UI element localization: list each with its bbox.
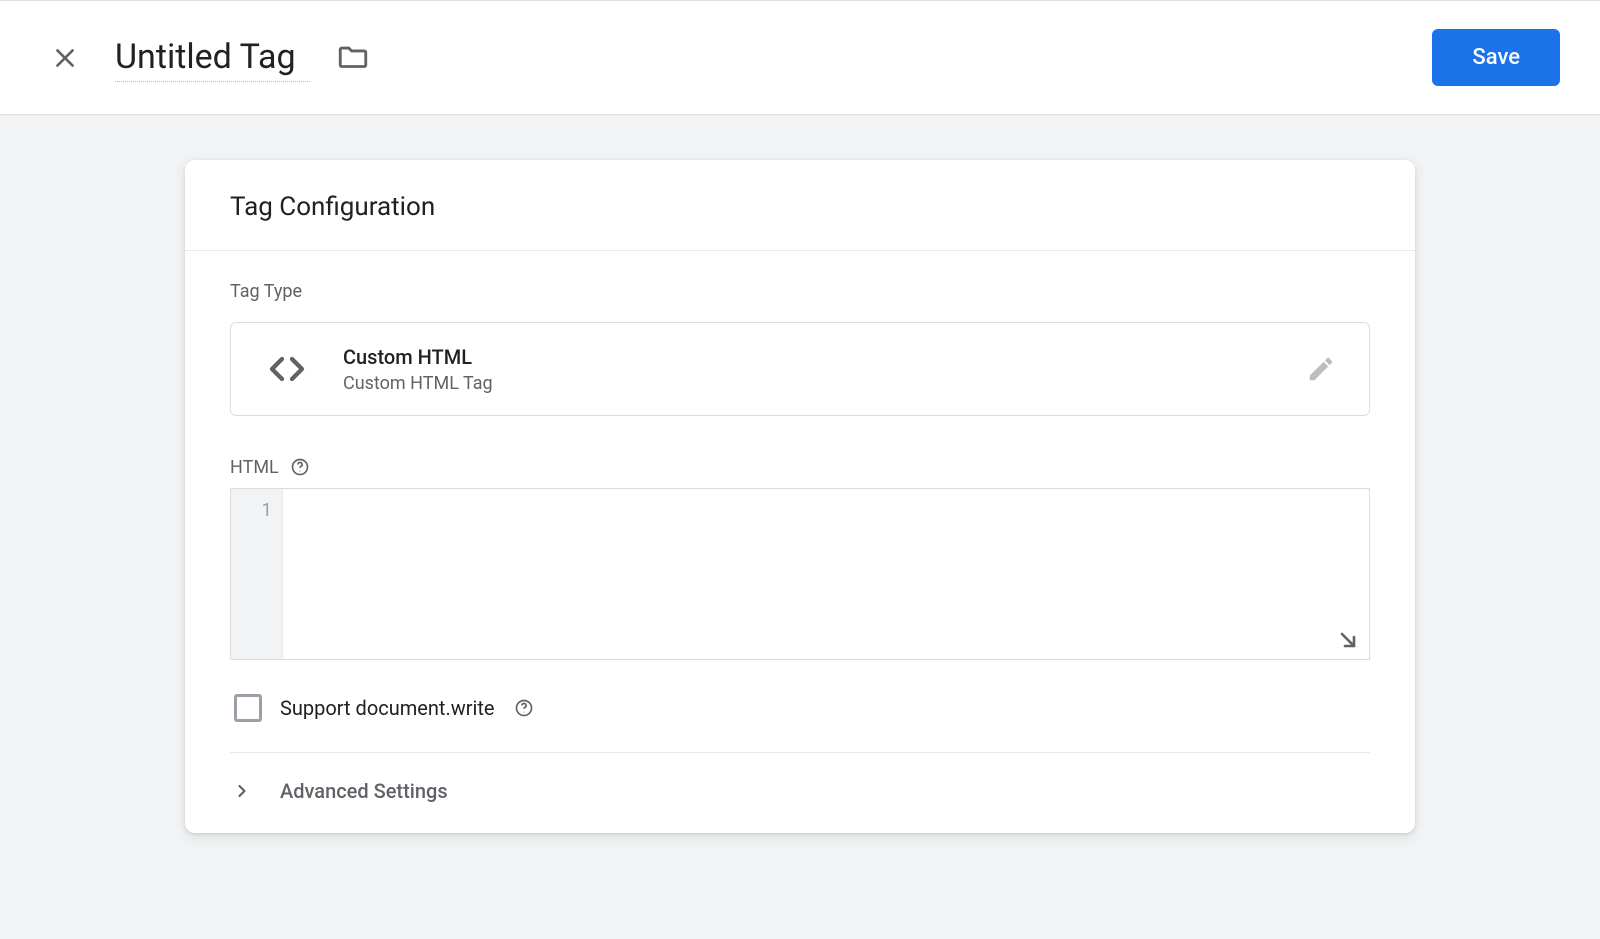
help-icon <box>290 457 310 477</box>
close-icon <box>52 45 78 71</box>
advanced-settings-toggle[interactable]: Advanced Settings <box>230 753 1370 833</box>
editor-header: Save <box>0 0 1600 115</box>
chevron-right-icon <box>232 781 252 801</box>
close-button[interactable] <box>40 33 90 83</box>
card-title: Tag Configuration <box>185 160 1415 251</box>
tag-type-selector[interactable]: Custom HTML Custom HTML Tag <box>230 322 1370 416</box>
support-docwrite-row: Support document.write <box>230 690 1370 753</box>
tag-type-title: Custom HTML <box>343 345 1301 369</box>
html-help-button[interactable] <box>289 456 311 478</box>
help-icon <box>514 698 534 718</box>
tag-type-text: Custom HTML Custom HTML Tag <box>343 345 1301 394</box>
advanced-settings-label: Advanced Settings <box>280 779 448 803</box>
tag-name-input[interactable] <box>115 33 310 82</box>
support-docwrite-checkbox[interactable] <box>234 694 262 722</box>
tag-type-subtitle: Custom HTML Tag <box>343 373 1301 394</box>
docwrite-help-button[interactable] <box>513 697 535 719</box>
folder-icon <box>336 41 370 75</box>
html-code-textarea[interactable] <box>283 489 1369 659</box>
code-brackets-icon <box>259 341 315 397</box>
tag-type-label: Tag Type <box>230 281 1370 302</box>
html-section-label: HTML <box>230 457 279 478</box>
resize-arrow-icon <box>1336 628 1360 652</box>
save-button[interactable]: Save <box>1432 29 1560 86</box>
tag-config-card: Tag Configuration Tag Type Custom HTML C… <box>185 160 1415 833</box>
support-docwrite-label: Support document.write <box>280 696 495 720</box>
folder-button[interactable] <box>335 40 371 76</box>
editor-resize-handle[interactable] <box>1335 627 1361 653</box>
line-number: 1 <box>231 497 282 521</box>
html-code-editor: 1 <box>230 488 1370 660</box>
editor-stage: Tag Configuration Tag Type Custom HTML C… <box>0 115 1600 833</box>
edit-icon <box>1301 349 1341 389</box>
editor-gutter: 1 <box>231 489 283 659</box>
